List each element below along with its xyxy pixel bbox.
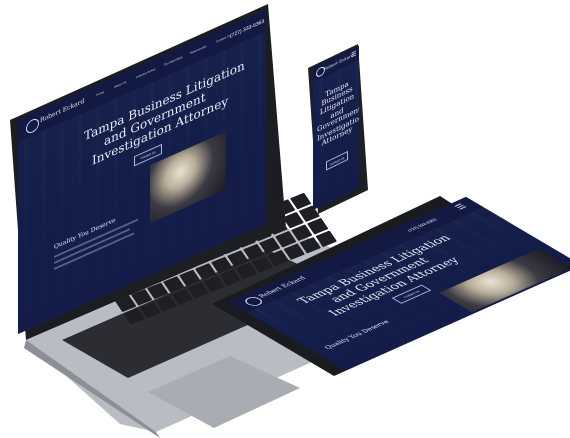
phone-cta-button[interactable]: Contact Us bbox=[326, 150, 348, 171]
phone-screen: Robert Eckard ☰ Tampa Business Litigatio… bbox=[313, 45, 359, 210]
tablet-section-title: Quality You Deserve bbox=[323, 319, 392, 351]
tablet: Robert Eckard (727) 333-6363 ☰ Tampa Bus… bbox=[210, 188, 570, 378]
